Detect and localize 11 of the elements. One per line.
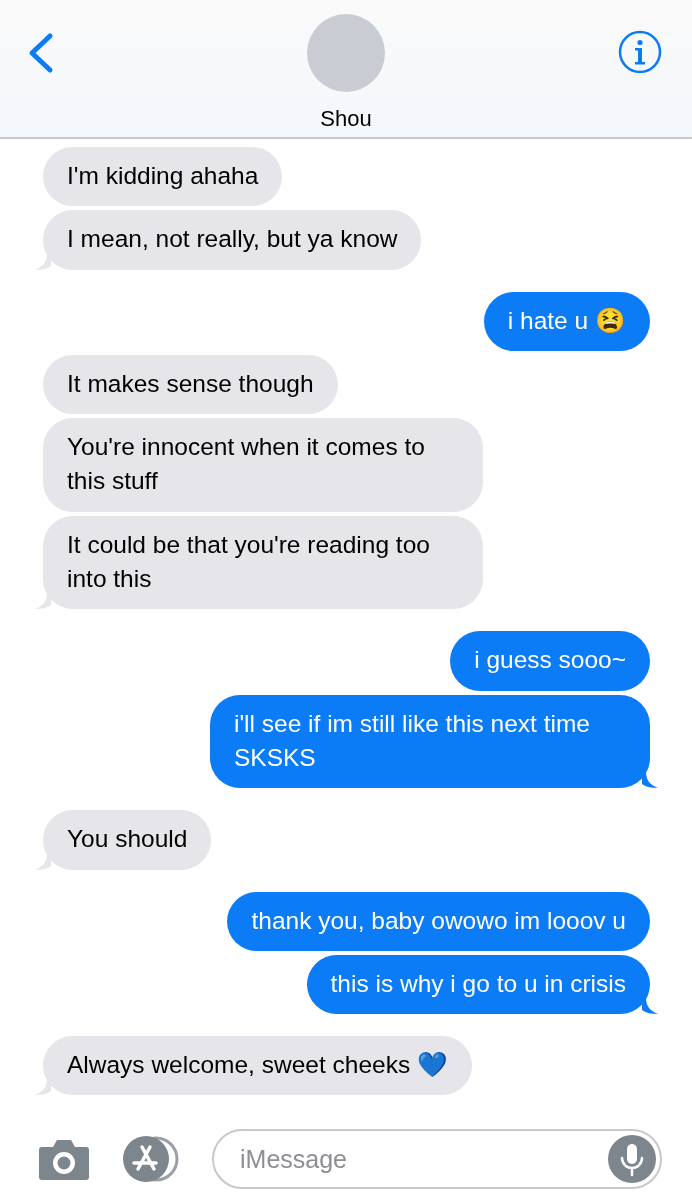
microphone-icon[interactable] (608, 1135, 656, 1183)
message-bubble: i hate u 😫 (483, 291, 650, 351)
message-bubble: i guess sooo~ (450, 631, 650, 691)
message-bubble: I'm kidding ahaha (43, 147, 283, 207)
message-field[interactable]: iMessage (212, 1129, 662, 1189)
contact-name: Shou (320, 105, 372, 133)
camera-icon[interactable] (38, 1137, 90, 1181)
message-bubble: thank you, baby owowo im looov u (227, 891, 650, 951)
info-icon[interactable] (618, 30, 662, 74)
message-bubble: It makes sense though (43, 354, 338, 415)
message-bubble: You're innocent when it comes to this stuff (43, 418, 483, 512)
